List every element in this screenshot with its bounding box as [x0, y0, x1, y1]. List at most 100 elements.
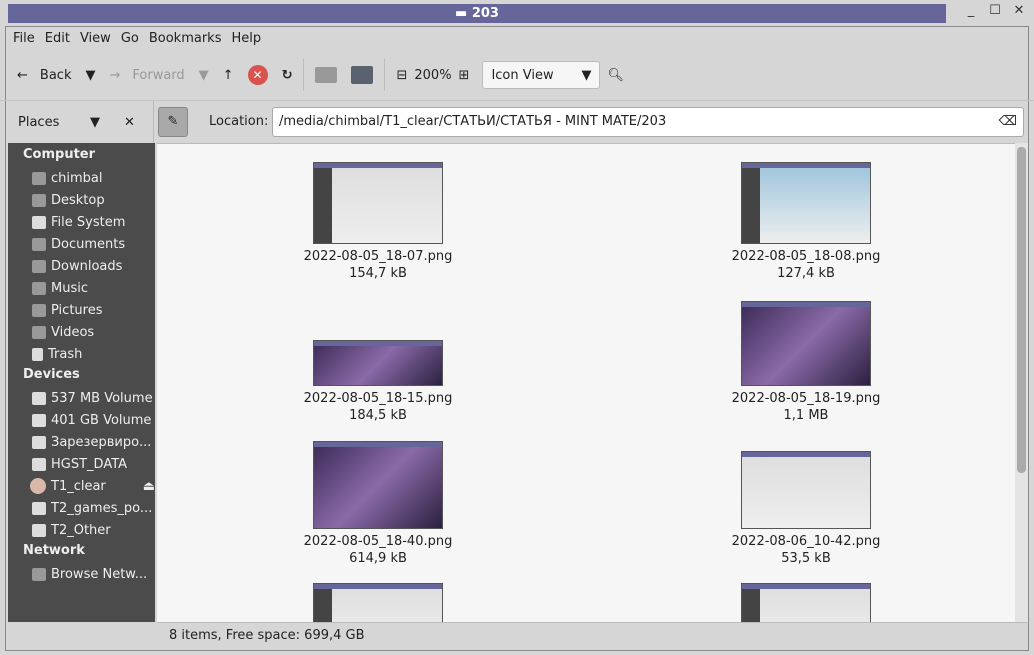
- search-button[interactable]: 🔍︎: [600, 59, 631, 91]
- reload-button[interactable]: ↻: [275, 59, 300, 91]
- forward-button[interactable]: → Forward: [102, 59, 191, 91]
- scrollbar-thumb[interactable]: [1017, 147, 1026, 473]
- back-button[interactable]: ← Back: [10, 59, 78, 91]
- computer-button[interactable]: [344, 59, 380, 91]
- avatar-drive-icon: [30, 478, 46, 494]
- image-thumbnail: [313, 340, 443, 386]
- stop-button[interactable]: ✕: [241, 59, 275, 91]
- file-view[interactable]: 2022-08-05_18-07.png 154,7 kB 2022-08-05_…: [157, 143, 1015, 622]
- sidebar-item-t2-other[interactable]: T2_Other: [8, 519, 155, 541]
- sidebar-item-trash[interactable]: Trash: [8, 343, 155, 365]
- clear-location-icon[interactable]: ⌫: [999, 108, 1017, 136]
- file-item[interactable]: 2022-08-06_10-42.png 53,5 kB: [716, 451, 896, 566]
- label: Documents: [51, 236, 126, 252]
- sidebar-item-documents[interactable]: Documents: [8, 233, 155, 255]
- zoom-out-button[interactable]: ⊟: [389, 59, 414, 91]
- label: T2_games_po...: [51, 500, 153, 516]
- home-button[interactable]: [308, 59, 344, 91]
- close-button[interactable]: ✕: [1012, 4, 1026, 18]
- sidebar-item-volume-401gb[interactable]: 401 GB Volume: [8, 409, 155, 431]
- file-item[interactable]: 2022-08-05_18-15.png 184,5 kB: [288, 340, 468, 423]
- toggle-location-edit-button[interactable]: ✎: [158, 107, 188, 137]
- up-button[interactable]: ↑: [216, 59, 241, 91]
- toolbar: ← Back ▼ → Forward ▼ ↑ ✕ ↻ ⊟ 200% ⊞ Icon V…: [10, 58, 1020, 92]
- label: chimbal: [51, 170, 103, 186]
- eject-icon[interactable]: ⏏: [143, 479, 155, 494]
- folder-icon: ▬: [455, 6, 472, 21]
- drive-icon: [32, 391, 46, 405]
- location-input[interactable]: /media/chimbal/T1_clear/СТАТЬИ/СТАТЬЯ - …: [272, 107, 1024, 137]
- image-thumbnail: [313, 583, 443, 622]
- image-thumbnail: [313, 441, 443, 529]
- reload-icon: ↻: [281, 67, 293, 83]
- file-item[interactable]: [288, 583, 468, 622]
- view-mode-value: Icon View: [491, 67, 554, 83]
- label: Music: [51, 280, 88, 296]
- sidebar-item-t1-clear[interactable]: T1_clear ⏏: [8, 475, 155, 497]
- menu-go[interactable]: Go: [116, 30, 144, 48]
- close-sidebar-button[interactable]: ✕: [124, 115, 135, 130]
- menu-file[interactable]: File: [8, 30, 40, 48]
- zoom-level: 200%: [414, 67, 452, 83]
- file-item[interactable]: 2022-08-05_18-40.png 614,9 kB: [288, 441, 468, 566]
- label: HGST_DATA: [51, 456, 128, 472]
- menu-bar: File Edit View Go Bookmarks Help: [8, 30, 266, 48]
- file-name: 2022-08-05_18-08.png: [731, 249, 881, 264]
- file-item[interactable]: 2022-08-05_18-07.png 154,7 kB: [288, 162, 468, 281]
- file-item[interactable]: 2022-08-05_18-19.png 1,1 MB: [716, 301, 896, 423]
- forward-history-dropdown[interactable]: ▼: [192, 59, 216, 91]
- file-size: 154,7 kB: [349, 266, 407, 281]
- file-name: 2022-08-05_18-07.png: [303, 249, 453, 264]
- sidebar-item-reserved[interactable]: Зарезервиро...: [8, 431, 155, 453]
- sidebar-item-pictures[interactable]: Pictures: [8, 299, 155, 321]
- menu-edit[interactable]: Edit: [40, 30, 75, 48]
- view-mode-select[interactable]: Icon View ▼: [482, 61, 601, 89]
- menu-help[interactable]: Help: [226, 30, 266, 48]
- places-dropdown[interactable]: ▼: [90, 115, 124, 130]
- sidebar-item-browse-network[interactable]: Browse Netw...: [8, 563, 155, 585]
- arrow-left-icon: ←: [17, 67, 28, 83]
- status-bar: 8 items, Free space: 699,4 GB: [157, 622, 1027, 650]
- zoom-in-button[interactable]: ⊞: [452, 59, 477, 91]
- image-thumbnail: [741, 583, 871, 622]
- maximize-button[interactable]: ☐: [988, 4, 1002, 18]
- music-folder-icon: [32, 281, 46, 295]
- sidebar-item-desktop[interactable]: Desktop: [8, 189, 155, 211]
- sidebar-item-music[interactable]: Music: [8, 277, 155, 299]
- file-item[interactable]: [716, 583, 896, 622]
- sidebar-item-t2-games[interactable]: T2_games_po...: [8, 497, 155, 519]
- home-folder-icon: [315, 67, 338, 83]
- label: Trash: [48, 346, 83, 362]
- label: Desktop: [51, 192, 105, 208]
- file-size: 53,5 kB: [781, 551, 831, 566]
- arrow-right-icon: →: [109, 67, 121, 83]
- search-icon: 🔍︎: [607, 67, 624, 83]
- label: T2_Other: [51, 522, 111, 538]
- image-thumbnail: [741, 301, 871, 386]
- sidebar-item-videos[interactable]: Videos: [8, 321, 155, 343]
- sidebar-item-file-system[interactable]: File System: [8, 211, 155, 233]
- menu-view[interactable]: View: [75, 30, 116, 48]
- label: 537 MB Volume: [51, 390, 153, 406]
- sidebar: Computer chimbal Desktop File System Doc…: [8, 143, 155, 622]
- vertical-scrollbar[interactable]: [1015, 143, 1028, 622]
- back-history-dropdown[interactable]: ▼: [78, 59, 102, 91]
- sidebar-item-downloads[interactable]: Downloads: [8, 255, 155, 277]
- section-computer: Computer: [23, 147, 96, 162]
- label: Pictures: [51, 302, 103, 318]
- file-name: 2022-08-05_18-15.png: [303, 391, 453, 406]
- file-item[interactable]: 2022-08-05_18-08.png 127,4 kB: [716, 162, 896, 281]
- location-bar: Places ▼ ✕ ✎ Location: /media/chimbal/T1_c…: [0, 100, 1034, 143]
- home-folder-icon: [32, 171, 46, 185]
- sidebar-item-volume-537mb[interactable]: 537 MB Volume: [8, 387, 155, 409]
- menu-bookmarks[interactable]: Bookmarks: [144, 30, 227, 48]
- drive-icon: [32, 435, 46, 449]
- places-header: Places ▼ ✕: [8, 101, 154, 143]
- sidebar-item-hgst-data[interactable]: HGST_DATA: [8, 453, 155, 475]
- image-thumbnail: [313, 162, 443, 244]
- label: Videos: [51, 324, 95, 340]
- location-label: Location:: [209, 114, 269, 129]
- sidebar-item-chimbal[interactable]: chimbal: [8, 167, 155, 189]
- back-label: Back: [39, 67, 72, 83]
- minimize-button[interactable]: _: [964, 4, 978, 18]
